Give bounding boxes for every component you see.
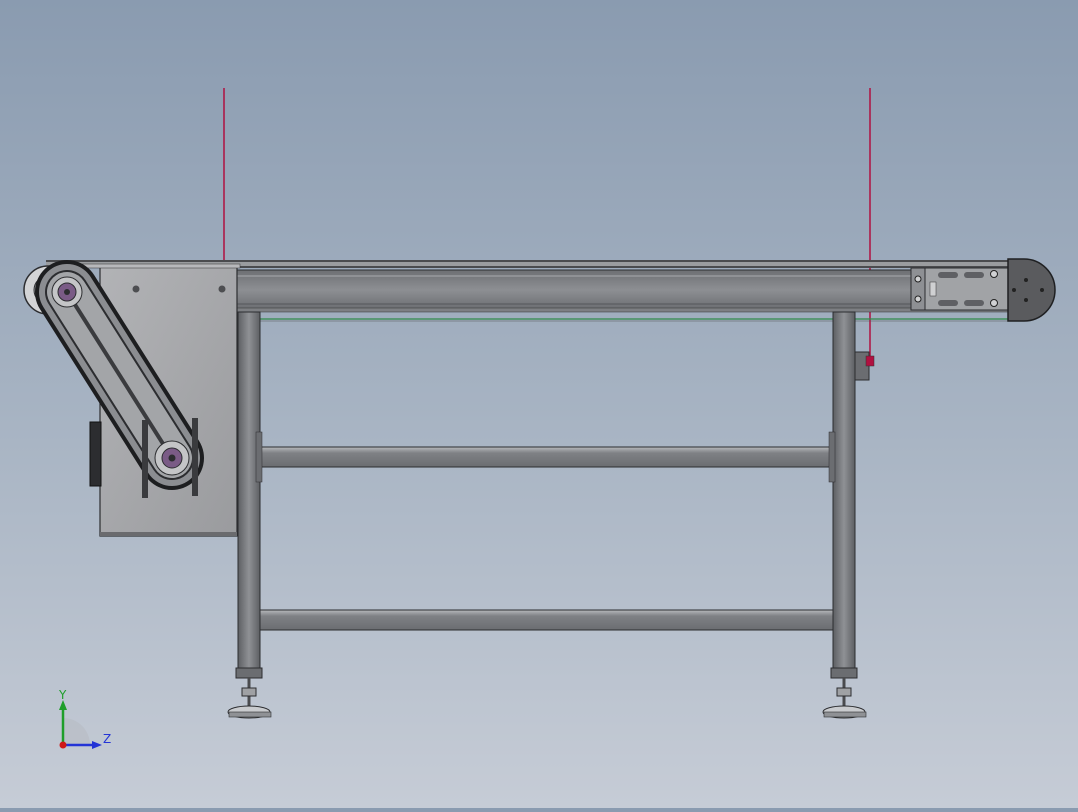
tension-block[interactable] (911, 268, 1009, 310)
leveling-foot-right[interactable] (823, 678, 866, 718)
leveling-foot-left[interactable] (228, 678, 271, 718)
model-drawing (0, 0, 1078, 808)
leg-left[interactable] (236, 312, 262, 678)
coordinate-triad (59, 700, 102, 749)
crossbar-upper[interactable] (256, 432, 835, 482)
motor-housing[interactable] (90, 422, 101, 486)
triad-z-label: Z (103, 733, 111, 745)
crossbar-lower[interactable] (260, 610, 833, 630)
cad-viewport[interactable]: Y Z (0, 0, 1078, 808)
leg-right[interactable] (831, 312, 857, 678)
triad-y-label: Y (59, 689, 66, 701)
driven-sprocket[interactable] (155, 441, 189, 475)
triad-x-axis (60, 742, 67, 749)
drive-sprocket[interactable] (52, 277, 82, 307)
